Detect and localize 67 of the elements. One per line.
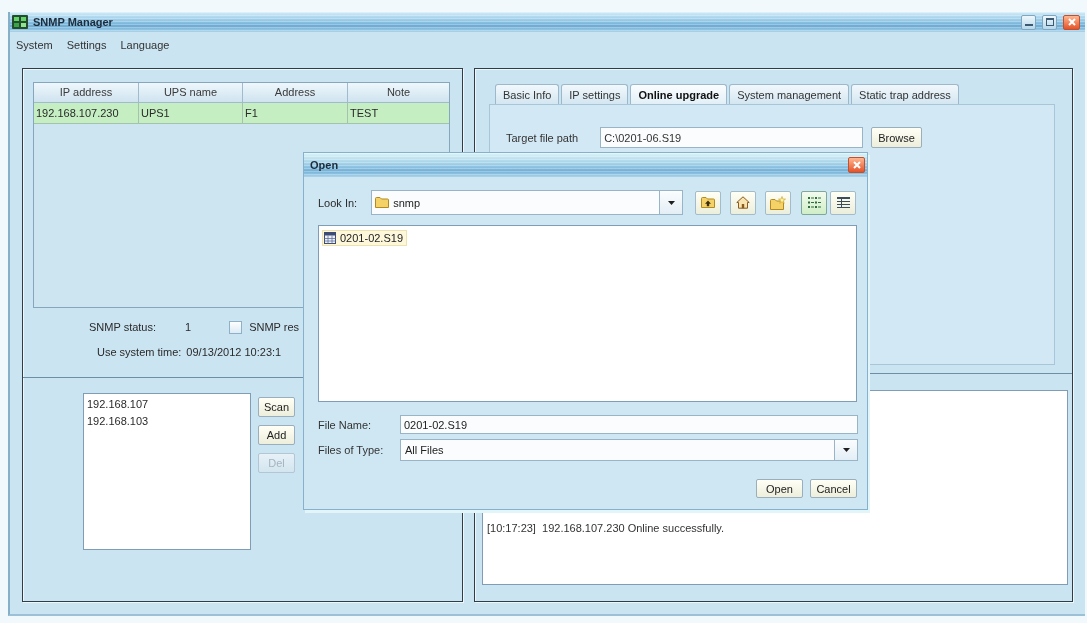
time-value: 09/13/2012 10:23:1	[186, 346, 282, 358]
column-header: Address	[243, 83, 348, 103]
column-header: Note	[348, 83, 449, 103]
list-item[interactable]: 192.168.103	[87, 413, 149, 430]
column-header: UPS name	[139, 83, 243, 103]
details-view-icon	[836, 197, 850, 208]
folder-arrow-icon	[701, 197, 716, 208]
log-line: [10:17:23] 192.168.107.230 Online successfully.	[487, 521, 725, 536]
file-type-combo[interactable]: All Files	[400, 439, 858, 461]
close-icon	[1067, 18, 1076, 26]
button[interactable]: Scan	[258, 397, 295, 417]
table-cell: 192.168.107.230	[34, 103, 139, 124]
folder-icon	[375, 197, 390, 208]
field-label: Look In:	[318, 196, 358, 209]
tab[interactable]: Basic Info	[495, 84, 560, 104]
status-label: SNMP status:	[89, 321, 157, 333]
folder-star-icon	[770, 195, 787, 210]
close-icon	[852, 161, 861, 169]
file-item[interactable]: 0201-02.S19	[322, 230, 407, 246]
browse-button[interactable]: Browse	[871, 127, 922, 148]
look-in-combo[interactable]: snmp	[371, 190, 684, 215]
dialog-title: Open	[310, 159, 339, 171]
home-icon	[736, 196, 751, 209]
field-label: Target file path	[506, 131, 579, 144]
button[interactable]: Cancel	[810, 479, 857, 498]
button[interactable]: Add	[258, 425, 295, 445]
minimize-button[interactable]	[1021, 14, 1036, 30]
table-row[interactable]: 192.168.107.230 UPS1 F1 TEST	[34, 103, 449, 124]
caret-icon	[667, 200, 675, 205]
field-label: Files of Type:	[318, 444, 384, 456]
tab[interactable]: System management	[729, 84, 850, 104]
column-header: IP address	[34, 83, 139, 103]
checkbox[interactable]	[229, 320, 243, 334]
tab[interactable]: Static trap address	[851, 84, 959, 104]
view-toggle-button[interactable]	[801, 190, 828, 215]
maximize-button[interactable]	[1042, 14, 1057, 30]
file-name-field[interactable]: 0201-02.S19	[400, 415, 858, 434]
maximize-icon	[1045, 18, 1054, 26]
menu-item[interactable]: System	[16, 39, 53, 51]
tab[interactable]: Online upgrade	[630, 84, 728, 104]
toolbar-button[interactable]	[695, 190, 722, 215]
grid-document-icon	[324, 232, 336, 244]
status-value: 1	[185, 321, 192, 333]
dropdown-button[interactable]	[659, 191, 683, 214]
window-title: SNMP Manager	[33, 16, 113, 28]
grid-icon	[12, 15, 28, 29]
toolbar-button[interactable]	[730, 190, 757, 215]
menu-item[interactable]: Language	[120, 39, 170, 51]
table-cell: F1	[243, 103, 348, 124]
field-label: File Name:	[318, 418, 372, 431]
minimize-icon	[1024, 24, 1033, 26]
path-field[interactable]: C:\0201-06.S19	[600, 127, 864, 148]
time-label: Use system time:	[97, 346, 182, 358]
close-button[interactable]	[1063, 14, 1080, 30]
dropdown-button[interactable]	[834, 440, 857, 460]
menu-item[interactable]: Settings	[66, 39, 107, 51]
toolbar-button[interactable]	[765, 190, 792, 215]
tab[interactable]: IP settings	[561, 84, 629, 104]
caret-icon	[842, 448, 850, 452]
table-cell: TEST	[348, 103, 449, 124]
checkbox-label: SNMP res	[249, 321, 300, 333]
list-view-icon	[807, 197, 821, 208]
close-button[interactable]	[848, 157, 865, 173]
table-cell: UPS1	[139, 103, 243, 124]
view-toggle-button[interactable]	[830, 190, 857, 215]
list-item[interactable]: 192.168.107	[87, 396, 149, 413]
button[interactable]: Open	[756, 479, 803, 498]
